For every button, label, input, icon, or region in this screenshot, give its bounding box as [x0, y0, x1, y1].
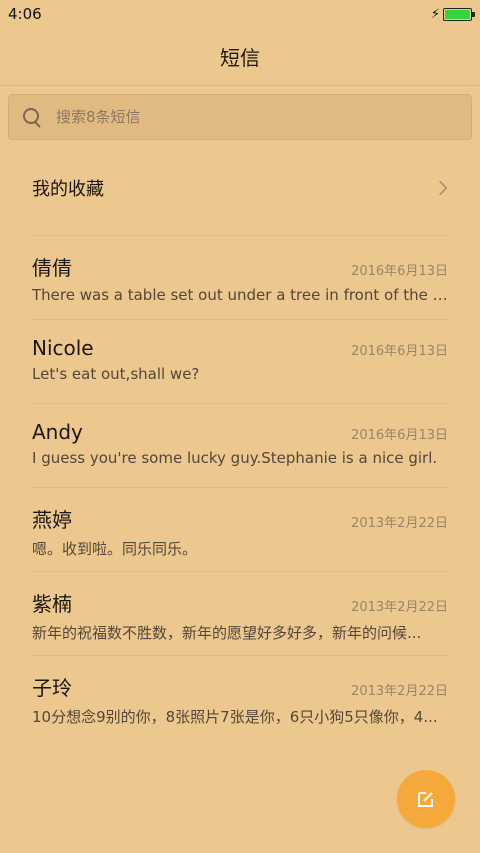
favorites-label: 我的收藏 [32, 178, 104, 200]
status-bar: 4:06 ⚡ [0, 0, 480, 28]
chevron-right-icon [432, 180, 448, 195]
charging-icon: ⚡ [430, 6, 440, 22]
search-input[interactable] [56, 108, 471, 126]
message-preview: I guess you're some lucky guy.Stephanie … [32, 449, 438, 467]
message-item[interactable]: 倩倩 2016年6月13日 There was a table set out … [32, 236, 448, 320]
search-icon [22, 107, 42, 127]
message-date: 2013年2月22日 [351, 516, 448, 531]
message-date: 2013年2月22日 [351, 600, 448, 615]
message-date: 2013年2月22日 [351, 684, 448, 699]
message-item[interactable]: 紫楠 2013年2月22日 新年的祝福数不胜数，新年的愿望好多好多，新年的问候.… [32, 572, 448, 656]
message-date: 2016年6月13日 [351, 428, 448, 443]
battery-icon [443, 7, 475, 21]
message-preview: There was a table set out under a tree i… [32, 286, 448, 304]
message-sender: Andy [32, 420, 83, 444]
battery-level [445, 9, 470, 19]
message-date: 2016年6月13日 [351, 264, 448, 279]
message-date: 2016年6月13日 [351, 344, 448, 359]
compose-button[interactable] [397, 770, 455, 828]
message-preview: 嗯。收到啦。同乐同乐。 [32, 540, 198, 558]
message-sender: 燕婷 [32, 508, 72, 532]
message-preview: Let's eat out,shall we? [32, 365, 200, 383]
status-time: 4:06 [8, 5, 42, 23]
message-sender: 倩倩 [32, 256, 72, 280]
compose-icon [418, 792, 433, 807]
header: 短信 [0, 28, 480, 86]
message-preview: 新年的祝福数不胜数，新年的愿望好多好多，新年的问候... [32, 624, 422, 642]
message-sender: Nicole [32, 336, 94, 360]
favorites-row[interactable]: 我的收藏 [32, 140, 448, 236]
message-sender: 子玲 [32, 676, 72, 700]
message-item[interactable]: Andy 2016年6月13日 I guess you're some luck… [32, 404, 448, 488]
message-preview: 10分想念9别的你，8张照片7张是你，6只小狗5只像你，4... [32, 708, 438, 726]
message-item[interactable]: Nicole 2016年6月13日 Let's eat out,shall we… [32, 320, 448, 404]
message-list: 倩倩 2016年6月13日 There was a table set out … [32, 236, 448, 740]
search-bar[interactable] [8, 94, 472, 140]
message-sender: 紫楠 [32, 592, 72, 616]
message-item[interactable]: 子玲 2013年2月22日 10分想念9别的你，8张照片7张是你，6只小狗5只像… [32, 656, 448, 740]
page-title: 短信 [220, 46, 260, 70]
status-icons: ⚡ [430, 6, 475, 22]
message-item[interactable]: 燕婷 2013年2月22日 嗯。收到啦。同乐同乐。 [32, 488, 448, 572]
